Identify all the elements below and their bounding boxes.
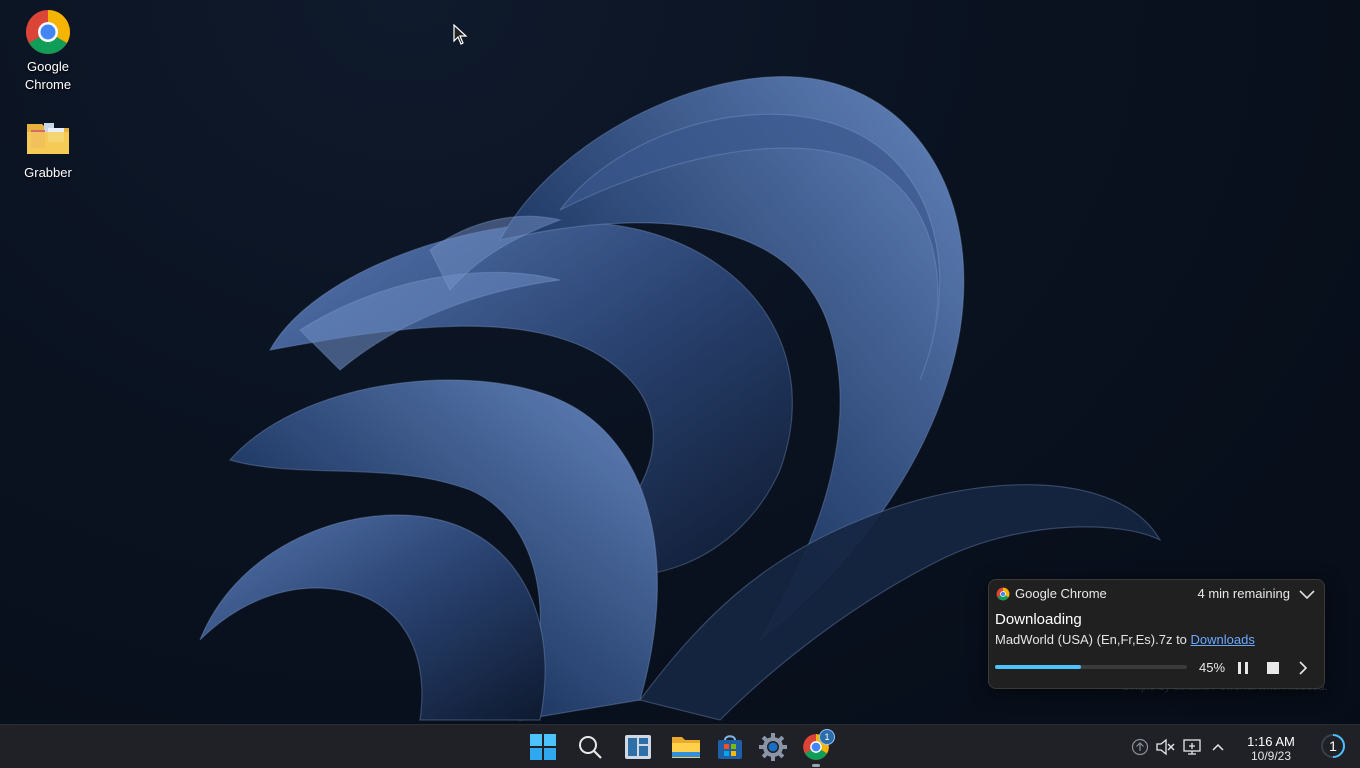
time-remaining: 4 min remaining	[1197, 586, 1291, 601]
notification-count: 1	[1329, 738, 1337, 754]
notification-description: MadWorld (USA) (En,Fr,Es).7z to Download…	[995, 632, 1255, 647]
start-button[interactable]	[526, 731, 560, 763]
running-indicator	[812, 764, 820, 767]
stop-button[interactable]	[1264, 659, 1282, 677]
upload-status-icon[interactable]	[1130, 737, 1150, 757]
taskbar-clock[interactable]: 1:16 AM 10/9/23	[1236, 734, 1306, 763]
network-icon[interactable]	[1182, 737, 1202, 757]
chrome-taskbar-button[interactable]: 1	[799, 729, 835, 767]
search-icon	[579, 736, 602, 759]
download-file-text: MadWorld (USA) (En,Fr,Es).7z to	[995, 632, 1191, 647]
chevron-right-icon[interactable]	[1294, 659, 1312, 677]
notification-header: Google Chrome 4 min remaining	[989, 580, 1324, 608]
chrome-badge: 1	[819, 729, 835, 745]
desktop-icon-chrome[interactable]: Google Chrome	[6, 8, 90, 94]
clock-time: 1:16 AM	[1247, 734, 1295, 749]
gear-icon	[759, 733, 787, 761]
notification-title: Downloading	[995, 611, 1082, 628]
store-button[interactable]	[713, 731, 747, 763]
download-progress-label: 45%	[1199, 660, 1226, 675]
settings-button[interactable]	[756, 731, 790, 763]
downloads-link[interactable]: Downloads	[1191, 632, 1255, 647]
widgets-icon	[625, 735, 651, 759]
volume-muted-icon[interactable]	[1155, 737, 1175, 757]
taskbar: 1	[0, 724, 1360, 768]
search-button[interactable]	[573, 731, 607, 763]
desktop-icon-label: Grabber	[24, 165, 72, 180]
widgets-button[interactable]	[621, 731, 655, 763]
pause-button[interactable]	[1234, 659, 1252, 677]
download-progress-bar	[995, 665, 1187, 669]
desktop-icon-grabber[interactable]: Grabber	[6, 114, 90, 182]
chrome-icon	[26, 10, 70, 54]
folder-icon	[27, 123, 69, 154]
chevron-up-icon[interactable]	[1208, 737, 1228, 757]
chrome-icon	[996, 587, 1010, 601]
folder-icon	[672, 737, 700, 758]
file-explorer-button[interactable]	[669, 731, 703, 763]
mouse-cursor-icon	[453, 24, 468, 45]
notification-app-name: Google Chrome	[1015, 586, 1107, 601]
download-notification[interactable]: Google Chrome 4 min remaining Downloadin…	[988, 579, 1325, 689]
clock-date: 10/9/23	[1250, 749, 1292, 763]
desktop-icon-label: Google Chrome	[24, 59, 72, 92]
windows-logo-icon	[530, 734, 556, 760]
chevron-down-icon[interactable]	[1298, 586, 1316, 602]
store-icon	[718, 735, 742, 759]
download-progress-fill	[995, 665, 1082, 669]
notification-center-button[interactable]: 1	[1320, 732, 1348, 760]
